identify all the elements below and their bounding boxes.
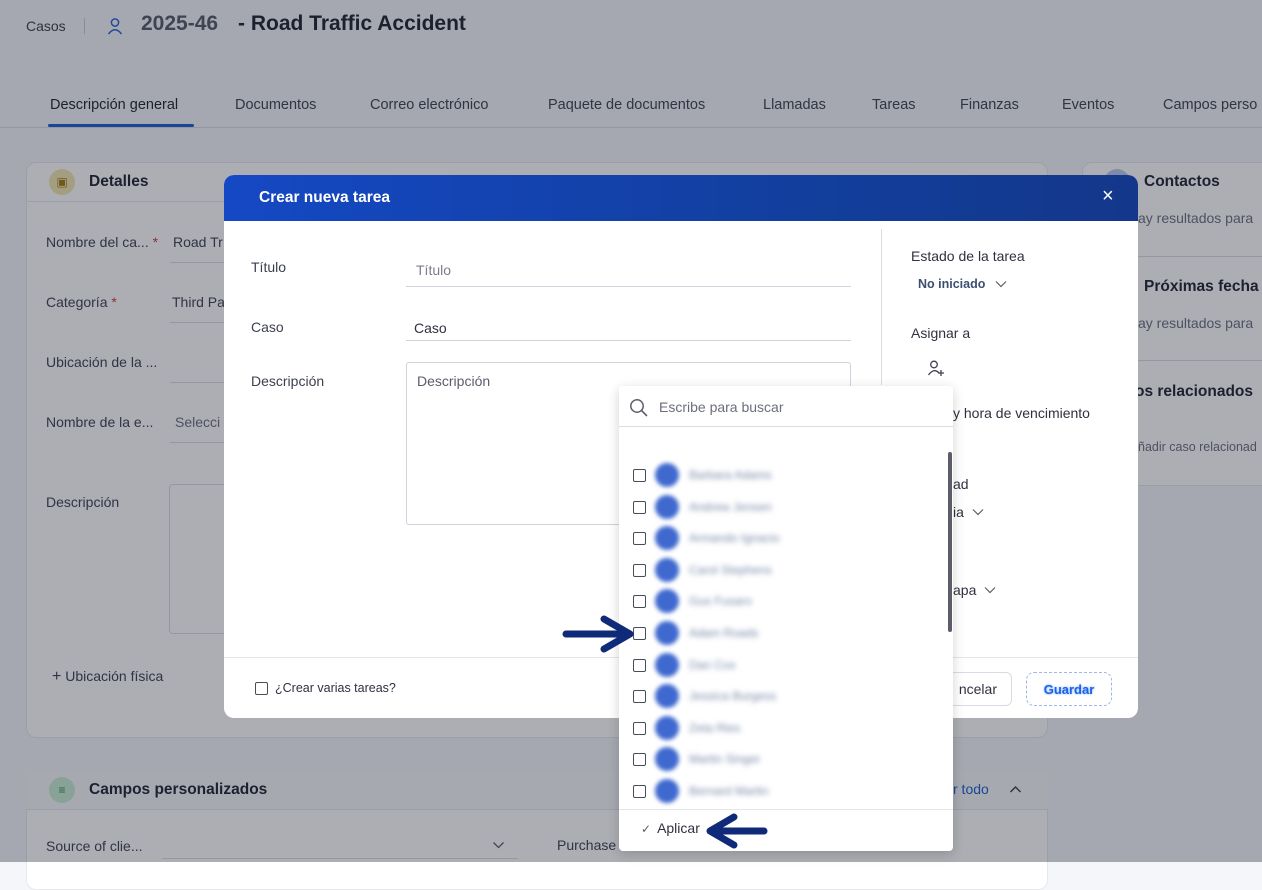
avatar (655, 557, 679, 582)
arrow-right-icon (562, 615, 634, 653)
user-list-item[interactable]: Jessica Burgess (619, 681, 939, 711)
priority-select[interactable]: ia (953, 504, 984, 520)
user-checkbox[interactable] (633, 753, 646, 767)
avatar (655, 589, 679, 614)
stage-select[interactable]: apa (953, 582, 996, 598)
avatar (655, 747, 679, 772)
user-checkbox[interactable] (633, 690, 646, 704)
user-list-item[interactable]: Gus Fusaro (619, 586, 939, 616)
avatar (655, 779, 679, 803)
user-name: Armando Ignacio (689, 531, 780, 546)
user-name: Zeta Ries (689, 720, 741, 735)
user-name: Andrew Jensen (689, 499, 772, 514)
user-checkbox[interactable] (633, 721, 646, 735)
check-icon: ✓ (641, 822, 652, 836)
user-list-item[interactable]: Dan Cox (619, 650, 939, 680)
user-checkbox[interactable] (633, 532, 646, 546)
avatar (655, 684, 679, 709)
avatar (655, 652, 679, 677)
user-checkbox[interactable] (633, 500, 646, 514)
checkbox[interactable] (255, 681, 268, 695)
save-button[interactable]: Guardar (1026, 672, 1112, 706)
create-multiple-tasks-label: ¿Crear varias tareas? (275, 681, 396, 695)
user-name: Barbara Adams (689, 468, 772, 482)
search-underline (619, 426, 953, 427)
description-label: Descripción (251, 373, 325, 389)
task-status-label: Estado de la tarea (911, 248, 1025, 264)
priority-label: ad (953, 476, 969, 492)
user-list-item[interactable]: Adam Roads (619, 618, 939, 648)
user-name: Martin Singer (689, 752, 761, 767)
user-checkbox[interactable] (633, 563, 646, 577)
search-icon (630, 399, 648, 417)
user-checkbox[interactable] (633, 595, 646, 609)
chevron-down-icon (984, 587, 996, 594)
apply-label: Aplicar (657, 820, 700, 836)
case-label: Caso (251, 319, 284, 335)
user-name: Adam Roads (689, 626, 759, 640)
user-list-item[interactable]: Andrew Jensen (619, 492, 939, 522)
modal-title: Crear nueva tarea (259, 189, 390, 206)
chevron-down-icon (995, 281, 1007, 288)
create-multiple-tasks-checkbox[interactable]: ¿Crear varias tareas? (255, 681, 396, 695)
arrow-left-icon (706, 813, 768, 849)
user-list-item[interactable]: Carol Stephens (619, 555, 939, 585)
user-list-item[interactable]: Zeta Ries (619, 713, 939, 743)
title-label: Título (251, 259, 287, 275)
user-list-item[interactable]: Martin Singer (619, 744, 939, 774)
priority-value: ia (953, 504, 964, 520)
close-icon[interactable]: × (1102, 186, 1114, 206)
user-name: Carol Stephens (689, 562, 772, 577)
avatar (655, 463, 679, 487)
title-input[interactable] (406, 253, 851, 287)
apply-divider (619, 809, 953, 810)
user-list-item[interactable]: Armando Ignacio (619, 523, 939, 553)
case-field-underline (406, 340, 851, 341)
user-checkbox[interactable] (633, 785, 646, 798)
user-name: Bernard Martin (689, 784, 769, 798)
add-user-icon[interactable] (927, 359, 945, 377)
due-date-label: y hora de vencimiento (953, 405, 1090, 421)
modal-column-divider (881, 229, 882, 385)
user-checkbox[interactable] (633, 658, 646, 672)
avatar (655, 621, 679, 645)
assign-to-label: Asignar a (911, 325, 971, 341)
user-name: Dan Cox (689, 657, 736, 672)
user-name: Jessica Burgess (689, 689, 777, 704)
apply-button[interactable]: ✓ Aplicar (641, 820, 700, 836)
scrollbar[interactable] (948, 452, 952, 632)
user-name: Gus Fusaro (689, 594, 752, 609)
task-status-select[interactable]: No iniciado (918, 277, 1007, 291)
avatar (655, 526, 679, 551)
stage-value: apa (953, 582, 977, 598)
task-status-value: No iniciado (918, 277, 986, 291)
user-checkbox[interactable] (633, 469, 646, 482)
user-list-item[interactable]: Bernard Martin (619, 776, 939, 806)
avatar (655, 715, 679, 740)
assign-user-dropdown: Barbara Adams Andrew Jensen Armando Ignaci… (619, 386, 953, 851)
user-list-item[interactable]: Barbara Adams (619, 460, 939, 490)
avatar (655, 494, 679, 519)
user-search-input[interactable] (657, 394, 947, 420)
case-field-value[interactable]: Caso (414, 320, 447, 336)
chevron-down-icon (972, 509, 984, 516)
